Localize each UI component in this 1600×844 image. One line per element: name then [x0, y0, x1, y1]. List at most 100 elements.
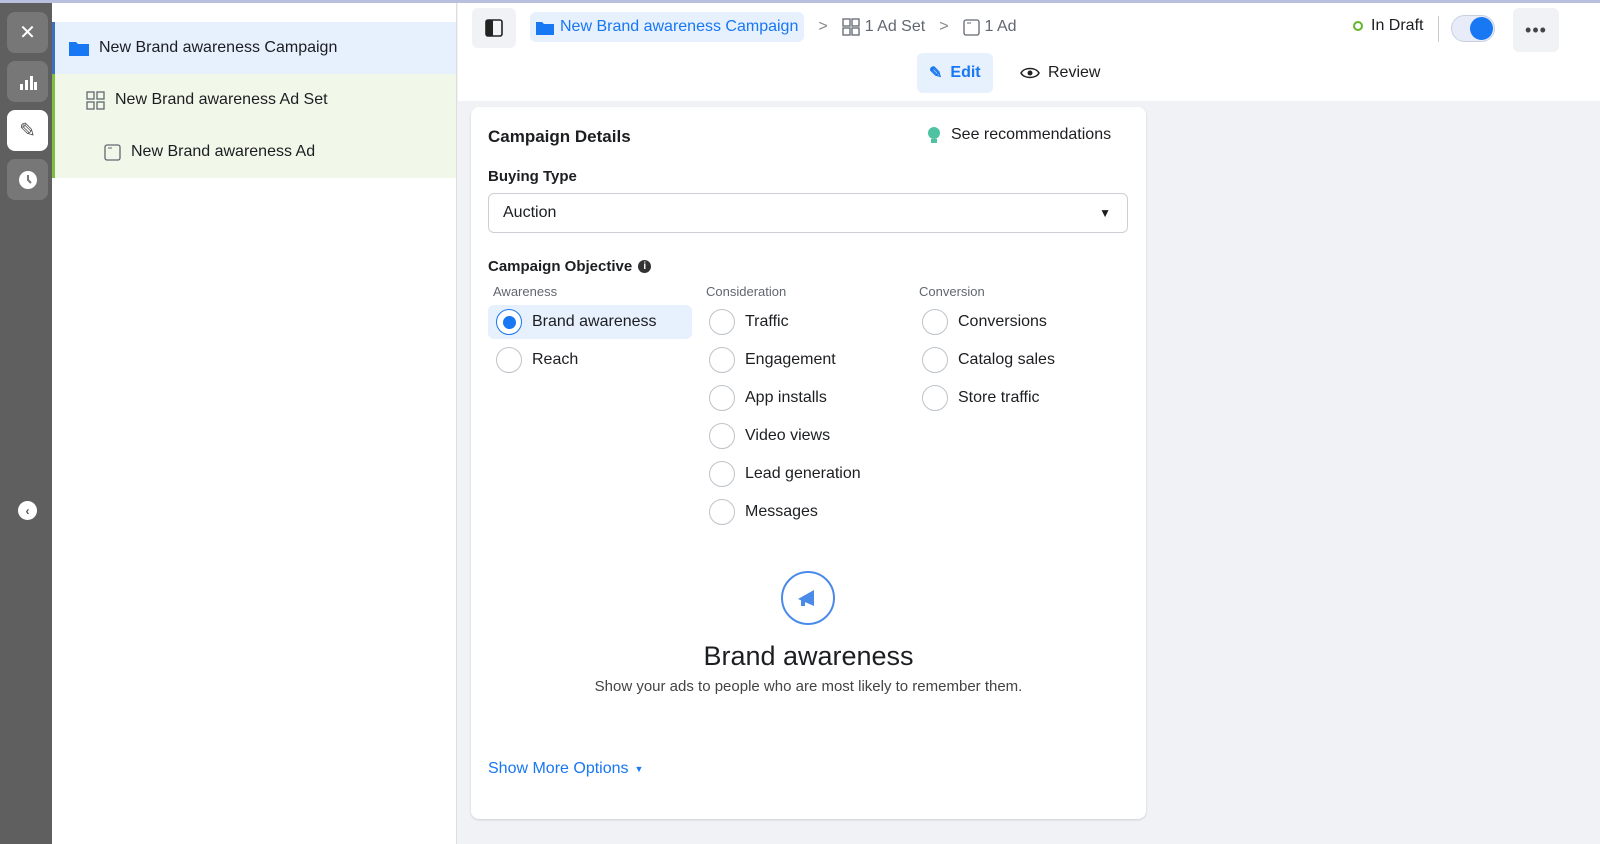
objective-option[interactable]: Brand awareness: [488, 305, 692, 339]
option-label: Lead generation: [745, 465, 861, 482]
ad-window-icon: [962, 18, 980, 36]
folder-icon: [536, 21, 554, 35]
buying-type-select[interactable]: Auction ▼: [488, 193, 1128, 233]
caret-down-icon: ▼: [634, 764, 644, 774]
option-label: Messages: [745, 503, 818, 520]
radio-button[interactable]: [922, 309, 948, 335]
column-heading: Conversion: [919, 284, 985, 299]
edit-label: Edit: [950, 64, 981, 81]
clock-icon: [18, 170, 37, 189]
chevron-left-icon: ‹: [25, 503, 30, 518]
option-label: Conversions: [958, 313, 1047, 330]
option-label: Traffic: [745, 313, 789, 330]
radio-button[interactable]: [709, 423, 735, 449]
bar-chart-icon: [19, 75, 37, 90]
breadcrumb-label: 1 Ad: [984, 18, 1017, 35]
radio-button[interactable]: [496, 309, 522, 335]
tree-item-label: New Brand awareness Ad: [131, 143, 316, 160]
chevron-right-icon: >: [818, 18, 828, 35]
option-label: App installs: [745, 389, 827, 406]
option-label: Reach: [532, 351, 579, 368]
radio-button[interactable]: [709, 499, 735, 525]
objective-option[interactable]: Catalog sales: [914, 343, 1118, 377]
buying-type-label: Buying Type: [488, 168, 577, 185]
radio-button[interactable]: [709, 385, 735, 411]
campaign-details-card: Campaign Details See recommendations Buy…: [471, 107, 1146, 819]
radio-button[interactable]: [496, 347, 522, 373]
campaign-objective-heading: Campaign Objective i: [488, 258, 652, 275]
review-label: Review: [1048, 64, 1101, 81]
objective-column: Conversion Conversions Catalog sales Store …: [914, 284, 1118, 419]
grid-icon: [86, 90, 105, 110]
objective-option[interactable]: Engagement: [701, 343, 905, 377]
status-dot-icon: [1353, 21, 1363, 31]
objective-option[interactable]: Store traffic: [914, 381, 1118, 415]
objective-option[interactable]: Conversions: [914, 305, 1118, 339]
campaign-toggle[interactable]: [1451, 15, 1495, 42]
chevron-right-icon: >: [939, 18, 949, 35]
see-recommendations-link[interactable]: See recommendations: [927, 126, 1111, 144]
option-label: Store traffic: [958, 389, 1040, 406]
ad-window-icon: [104, 143, 121, 161]
close-button[interactable]: ✕: [7, 12, 48, 53]
history-button[interactable]: [7, 159, 48, 200]
pencil-icon: ✎: [19, 120, 36, 142]
breadcrumb-ad[interactable]: 1 Ad: [962, 18, 1017, 36]
show-more-label: Show More Options: [488, 760, 629, 777]
toggle-panel-button[interactable]: [472, 8, 516, 48]
tree-item-adset[interactable]: New Brand awareness Ad Set: [52, 74, 456, 126]
breadcrumb-label: New Brand awareness Campaign: [560, 18, 799, 35]
draft-status: In Draft: [1353, 17, 1423, 35]
caret-down-icon: ▼: [1099, 206, 1111, 220]
objective-option[interactable]: Traffic: [701, 305, 905, 339]
tree-item-ad[interactable]: New Brand awareness Ad: [52, 126, 456, 178]
reporting-button[interactable]: [7, 61, 48, 102]
objective-description: Show your ads to people who are most lik…: [594, 678, 1023, 695]
objective-option[interactable]: Messages: [701, 495, 905, 529]
objective-option[interactable]: App installs: [701, 381, 905, 415]
option-label: Engagement: [745, 351, 836, 368]
pencil-icon: ✎: [929, 65, 943, 82]
tree-item-label: New Brand awareness Campaign: [99, 39, 338, 56]
close-icon: ✕: [19, 22, 36, 44]
review-tab[interactable]: Review: [1008, 53, 1112, 93]
objective-title: Brand awareness: [703, 641, 914, 671]
folder-icon: [69, 40, 89, 56]
eye-icon: [1020, 67, 1040, 79]
edit-mode-button[interactable]: ✎: [7, 110, 48, 151]
objective-label: Campaign Objective: [488, 258, 633, 275]
radio-button[interactable]: [709, 309, 735, 335]
objective-option[interactable]: Lead generation: [701, 457, 905, 491]
toggle-knob: [1470, 17, 1493, 40]
option-label: Catalog sales: [958, 351, 1055, 368]
card-title: Campaign Details: [488, 127, 631, 146]
radio-button[interactable]: [709, 461, 735, 487]
left-rail: ✕ ✎ ‹: [0, 3, 52, 844]
tree-item-campaign[interactable]: New Brand awareness Campaign: [52, 22, 456, 74]
buying-type-value: Auction: [503, 204, 557, 221]
radio-button[interactable]: [709, 347, 735, 373]
edit-tab[interactable]: ✎ Edit: [917, 53, 993, 93]
breadcrumb-label: 1 Ad Set: [864, 18, 926, 35]
objective-option[interactable]: Reach: [488, 343, 692, 377]
ellipsis-icon: •••: [1525, 19, 1547, 40]
objective-option[interactable]: Video views: [701, 419, 905, 453]
column-heading: Consideration: [706, 284, 787, 299]
info-icon[interactable]: i: [638, 260, 652, 273]
objective-column: Consideration Traffic Engagement App instal…: [701, 284, 905, 533]
breadcrumb-campaign[interactable]: New Brand awareness Campaign: [530, 12, 805, 42]
column-heading: Awareness: [493, 284, 558, 299]
collapse-button[interactable]: ‹: [18, 501, 37, 520]
divider: [1438, 16, 1439, 42]
megaphone-icon: [781, 571, 835, 625]
breadcrumb: New Brand awareness Campaign > 1 Ad Set …: [530, 12, 1017, 42]
breadcrumb-adset[interactable]: 1 Ad Set: [842, 18, 926, 36]
grid-icon: [842, 18, 860, 36]
more-options-button[interactable]: •••: [1513, 8, 1559, 52]
option-label: Video views: [745, 427, 831, 444]
recommendations-label: See recommendations: [951, 126, 1112, 143]
objective-column: Awareness Brand awareness Reach: [488, 284, 692, 381]
show-more-options-link[interactable]: Show More Options ▼: [488, 760, 643, 778]
radio-button[interactable]: [922, 347, 948, 373]
radio-button[interactable]: [922, 385, 948, 411]
